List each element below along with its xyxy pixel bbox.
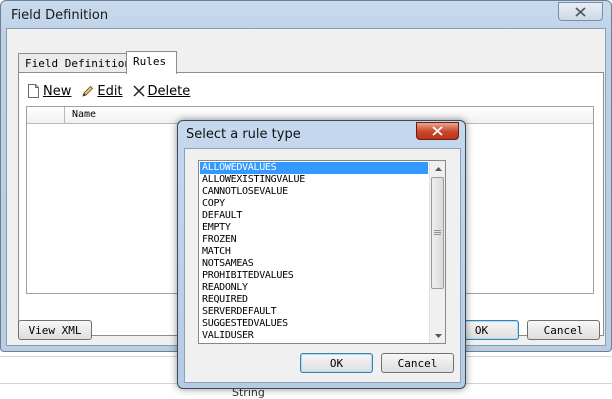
window-cancel-button[interactable]: Cancel xyxy=(527,320,600,340)
new-button[interactable]: New xyxy=(27,81,71,101)
rule-type-item[interactable]: PROHIBITEDVALUES xyxy=(200,270,428,282)
rule-type-item[interactable]: FROZEN xyxy=(200,234,428,246)
rule-type-item[interactable]: SUGGESTEDVALUES xyxy=(200,318,428,330)
delete-button-label: Delete xyxy=(147,83,191,99)
rule-type-item[interactable]: COPY xyxy=(200,198,428,210)
delete-x-icon xyxy=(133,85,145,97)
tab-field-definition[interactable]: Field Definition xyxy=(18,53,131,73)
grid-column-name[interactable]: Name xyxy=(65,107,96,123)
dialog-body: ALLOWEDVALUES ALLOWEXISTINGVALUE CANNOTL… xyxy=(184,148,461,383)
dialog-cancel-button[interactable]: Cancel xyxy=(381,353,454,373)
rule-type-item[interactable]: EMPTY xyxy=(200,222,428,234)
grid-row-header-corner xyxy=(27,107,65,123)
rule-type-item[interactable]: READONLY xyxy=(200,282,428,294)
rule-type-item[interactable]: SERVERDEFAULT xyxy=(200,306,428,318)
grip-icon xyxy=(434,230,441,235)
rule-type-list: ALLOWEDVALUES ALLOWEXISTINGVALUE CANNOTL… xyxy=(199,161,428,342)
window-title: Field Definition xyxy=(11,8,109,23)
new-button-label: New xyxy=(43,83,72,99)
edit-button[interactable]: Edit xyxy=(81,81,123,101)
dialog-ok-button[interactable]: OK xyxy=(300,353,373,373)
rule-type-item[interactable]: DEFAULT xyxy=(200,210,428,222)
pencil-icon xyxy=(82,85,94,97)
new-document-icon xyxy=(28,84,39,98)
rule-type-item[interactable]: CANNOTLOSEVALUE xyxy=(200,186,428,198)
edit-button-label: Edit xyxy=(97,83,123,99)
view-xml-button[interactable]: View XML xyxy=(18,320,92,340)
rule-type-item[interactable]: ALLOWEDVALUES xyxy=(200,162,428,174)
select-rule-type-dialog: Select a rule type ALLOWEDVALUES ALLOWEX… xyxy=(177,120,466,389)
rule-type-item[interactable]: NOTSAMEAS xyxy=(200,258,428,270)
close-icon xyxy=(575,6,586,17)
chevron-up-icon xyxy=(434,166,442,171)
rule-type-listbox[interactable]: ALLOWEDVALUES ALLOWEXISTINGVALUE CANNOTL… xyxy=(198,160,446,344)
scroll-up-button[interactable] xyxy=(430,161,445,176)
tab-rules[interactable]: Rules xyxy=(126,51,177,74)
rule-type-item[interactable]: REQUIRED xyxy=(200,294,428,306)
rule-type-item[interactable]: VALIDUSER xyxy=(200,330,428,342)
window-close-button[interactable] xyxy=(558,2,603,21)
rule-type-item[interactable]: MATCH xyxy=(200,246,428,258)
scroll-down-button[interactable] xyxy=(430,328,445,343)
scroll-thumb[interactable] xyxy=(431,177,444,289)
listbox-scrollbar[interactable] xyxy=(429,161,445,343)
rule-type-item[interactable]: ALLOWEXISTINGVALUE xyxy=(200,174,428,186)
close-icon xyxy=(432,126,443,136)
chevron-down-icon xyxy=(434,333,442,338)
rules-toolbar: New Edit Delete xyxy=(27,81,190,101)
delete-button[interactable]: Delete xyxy=(133,81,191,101)
dialog-close-button[interactable] xyxy=(416,122,459,140)
dialog-title: Select a rule type xyxy=(186,127,301,142)
